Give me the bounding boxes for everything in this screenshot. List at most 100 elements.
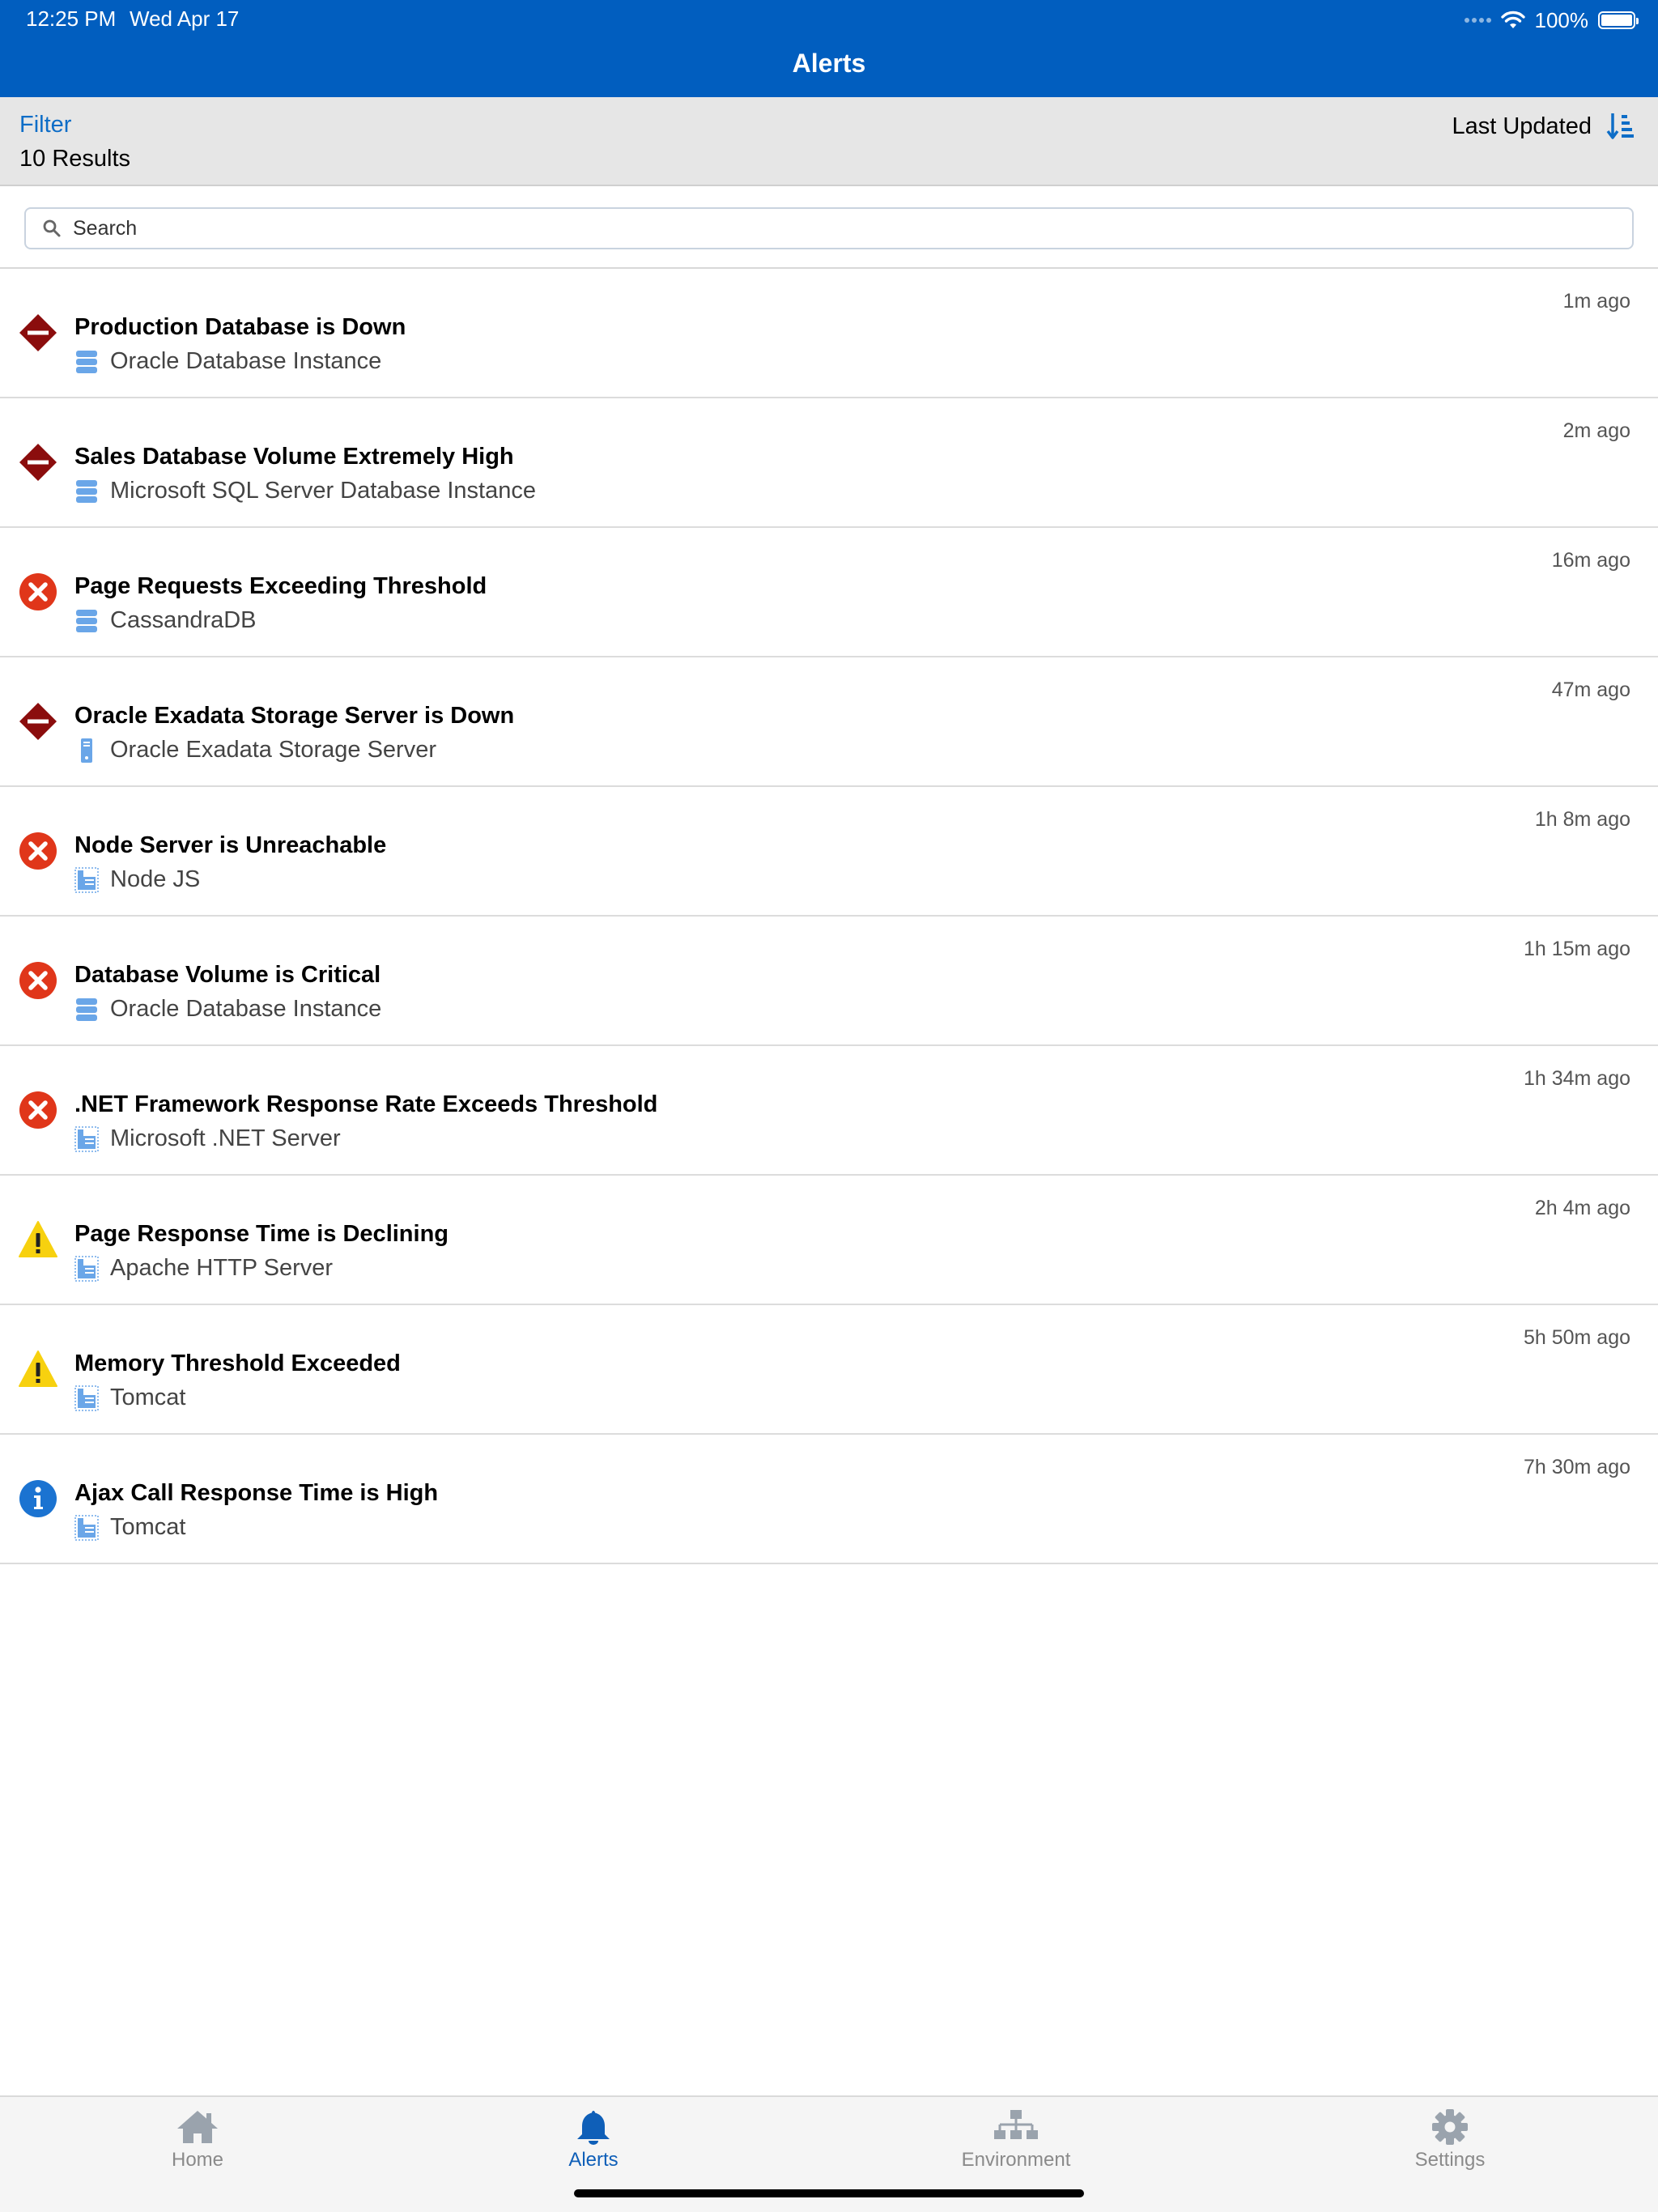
alert-source: Tomcat	[110, 1514, 186, 1540]
alert-source: Oracle Database Instance	[110, 996, 382, 1022]
battery-icon	[1598, 11, 1639, 29]
tab-alerts-label: Alerts	[568, 2149, 619, 2171]
tab-settings-label: Settings	[1414, 2149, 1486, 2171]
alert-source-line: Microsoft .NET Server	[74, 1125, 341, 1152]
wifi-icon	[1500, 11, 1525, 28]
status-time: 12:25 PM	[26, 6, 117, 31]
alert-source: Node JS	[110, 866, 201, 892]
navigation-header: 12:25 PM Wed Apr 17 100% Alerts	[0, 0, 1658, 97]
tab-home[interactable]: Home	[117, 2108, 278, 2172]
search-section	[0, 186, 1658, 269]
alert-title: Page Requests Exceeding Threshold	[74, 573, 487, 599]
alert-row[interactable]: Page Response Time is Declining Apache HT…	[0, 1176, 1658, 1305]
status-indicators: 100%	[1464, 6, 1639, 34]
tab-environment-label: Environment	[961, 2149, 1071, 2171]
alert-source-line: Microsoft SQL Server Database Instance	[74, 478, 536, 504]
search-field[interactable]	[24, 207, 1634, 249]
hierarchy-icon	[994, 2110, 1038, 2139]
status-date: Wed Apr 17	[130, 6, 240, 31]
alert-row[interactable]: Memory Threshold Exceeded Tomcat 5h 50m ag…	[0, 1305, 1658, 1435]
home-indicator[interactable]	[574, 2189, 1084, 2197]
app-server-icon	[74, 1514, 99, 1541]
search-input[interactable]	[71, 215, 1613, 241]
alert-timestamp: 1m ago	[1562, 290, 1630, 313]
alert-source-line: Node JS	[74, 866, 200, 893]
alert-title: Node Server is Unreachable	[74, 832, 387, 858]
alert-source: Microsoft SQL Server Database Instance	[110, 478, 536, 504]
alert-source: Apache HTTP Server	[110, 1255, 334, 1281]
critical-x-icon	[18, 831, 58, 871]
alert-row[interactable]: Page Requests Exceeding Threshold Cassand…	[0, 528, 1658, 657]
alert-timestamp: 2h 4m ago	[1534, 1197, 1630, 1219]
filter-bar: Filter 10 Results Last Updated	[0, 97, 1658, 186]
alert-timestamp: 1h 15m ago	[1523, 938, 1630, 960]
tab-home-label: Home	[171, 2149, 224, 2171]
alert-timestamp: 1h 34m ago	[1523, 1067, 1630, 1090]
fatal-diamond-icon	[18, 313, 58, 353]
alert-title: Database Volume is Critical	[74, 962, 381, 988]
critical-x-icon	[18, 572, 58, 612]
alert-row[interactable]: Database Volume is Critical Oracle Databa…	[0, 917, 1658, 1046]
warning-triangle-icon	[18, 1219, 58, 1260]
database-icon	[74, 479, 99, 504]
database-icon	[74, 997, 99, 1023]
home-icon	[177, 2111, 218, 2143]
alert-title: Production Database is Down	[74, 314, 406, 340]
warning-triangle-icon	[18, 1349, 58, 1389]
alert-source: Oracle Exadata Storage Server	[110, 737, 436, 763]
alert-source: Tomcat	[110, 1385, 186, 1410]
app-server-icon	[74, 1255, 99, 1282]
sort-label: Last Updated	[1452, 113, 1592, 139]
alert-source: Microsoft .NET Server	[110, 1125, 341, 1151]
tab-settings[interactable]: Settings	[1369, 2108, 1531, 2172]
alert-row[interactable]: Node Server is Unreachable Node JS 1h 8m a…	[0, 787, 1658, 917]
alert-title: Memory Threshold Exceeded	[74, 1351, 401, 1376]
alert-timestamp: 47m ago	[1551, 678, 1630, 701]
sort-descending-icon	[1606, 113, 1634, 139]
fatal-diamond-icon	[18, 701, 58, 742]
alert-source: CassandraDB	[110, 607, 257, 633]
alert-timestamp: 1h 8m ago	[1534, 808, 1630, 831]
alert-source-line: Tomcat	[74, 1385, 185, 1411]
alert-row[interactable]: Production Database is Down Oracle Databa…	[0, 269, 1658, 398]
gear-icon	[1432, 2109, 1468, 2145]
database-icon	[74, 608, 99, 634]
search-icon	[43, 219, 61, 237]
alert-row[interactable]: Ajax Call Response Time is High Tomcat 7h …	[0, 1435, 1658, 1564]
info-circle-icon	[18, 1478, 58, 1519]
alert-list: Production Database is Down Oracle Databa…	[0, 269, 1658, 1564]
critical-x-icon	[18, 1090, 58, 1130]
alert-row[interactable]: .NET Framework Response Rate Exceeds Thr…	[0, 1046, 1658, 1176]
filter-button[interactable]: Filter	[19, 112, 71, 138]
battery-percent: 100%	[1534, 7, 1589, 32]
page-title: Alerts	[792, 49, 866, 78]
app-server-icon	[74, 1385, 99, 1411]
alert-title: Sales Database Volume Extremely High	[74, 444, 514, 470]
alert-source-line: Oracle Database Instance	[74, 996, 381, 1023]
alert-timestamp: 5h 50m ago	[1523, 1326, 1630, 1349]
alert-title: Ajax Call Response Time is High	[74, 1480, 439, 1506]
alert-source: Oracle Database Instance	[110, 348, 382, 374]
fatal-diamond-icon	[18, 442, 58, 483]
results-count: 10 Results	[19, 146, 131, 172]
sort-button[interactable]: Last Updated	[1452, 112, 1634, 141]
alert-row[interactable]: Oracle Exadata Storage Server is Down Ora…	[0, 657, 1658, 787]
app-server-icon	[74, 866, 99, 893]
alert-title: .NET Framework Response Rate Exceeds Thr…	[74, 1091, 658, 1117]
alert-source-line: Oracle Database Instance	[74, 348, 381, 375]
alert-title: Oracle Exadata Storage Server is Down	[74, 703, 515, 729]
app-server-icon	[74, 1125, 99, 1152]
alert-timestamp: 7h 30m ago	[1523, 1456, 1630, 1478]
alert-source-line: CassandraDB	[74, 607, 257, 634]
cellular-signal-icon	[1464, 18, 1491, 23]
alert-title: Page Response Time is Declining	[74, 1221, 449, 1247]
alert-row[interactable]: Sales Database Volume Extremely High Micr…	[0, 398, 1658, 528]
tab-environment[interactable]: Environment	[935, 2108, 1097, 2172]
alert-source-line: Oracle Exadata Storage Server	[74, 737, 436, 764]
alert-timestamp: 16m ago	[1551, 549, 1630, 572]
bell-icon	[577, 2111, 610, 2145]
alert-source-line: Apache HTTP Server	[74, 1255, 333, 1282]
storage-server-icon	[74, 738, 99, 764]
critical-x-icon	[18, 960, 58, 1001]
tab-alerts[interactable]: Alerts	[512, 2108, 674, 2172]
